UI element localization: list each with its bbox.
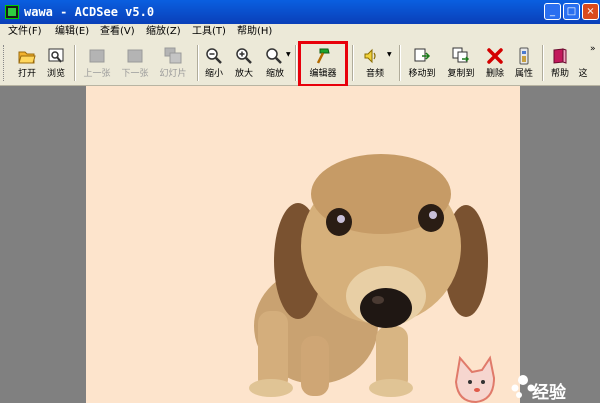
truncated-toolbar-button[interactable]: 这: [576, 43, 590, 83]
browse-button-label: 浏览: [46, 69, 65, 79]
toolbar-separator: [74, 45, 76, 81]
menu-zoom[interactable]: 缩放(Z): [146, 25, 181, 39]
zoom-in-label: 放大: [234, 69, 253, 79]
delete-label: 删除: [485, 69, 504, 79]
slideshow-button[interactable]: 幻灯片: [154, 43, 192, 83]
toolbar-grip[interactable]: [3, 45, 7, 81]
next-image-icon: [127, 49, 143, 63]
open-folder-icon: [18, 51, 36, 64]
window-title: wawa - ACDSee v5.0: [24, 5, 155, 19]
zoom-button[interactable]: ▼ 缩放: [260, 43, 291, 83]
audio-speaker-icon: [364, 48, 376, 64]
menu-view[interactable]: 查看(V): [100, 25, 135, 39]
browse-button[interactable]: 浏览: [42, 43, 70, 83]
delete-x-icon: [487, 48, 503, 64]
copy-to-icon: [452, 47, 470, 63]
zoom-out-icon: [206, 48, 222, 64]
browse-icon: [48, 48, 64, 63]
toolbar-separator: [399, 45, 401, 81]
zoom-in-button[interactable]: 放大: [230, 43, 258, 83]
copy-to-button[interactable]: 复制到: [442, 43, 480, 83]
zoom-out-label: 缩小: [204, 69, 223, 79]
audio-label: 音频: [365, 69, 384, 79]
open-button-label: 打开: [17, 69, 36, 79]
menu-bar: 文件(F) 编辑(E) 查看(V) 缩放(Z) 工具(T) 帮助(H): [0, 24, 600, 41]
slideshow-icon: [164, 47, 182, 64]
next-image-button[interactable]: 下一张: [116, 43, 154, 83]
toolbar-separator: [295, 45, 297, 81]
editor-highlight-box: [298, 41, 348, 87]
help-book-icon: [553, 48, 567, 64]
zoom-in-icon: [236, 48, 252, 64]
next-image-label: 下一张: [121, 69, 149, 79]
help-button[interactable]: 帮助: [546, 43, 574, 83]
slideshow-label: 幻灯片: [159, 69, 187, 79]
properties-button[interactable]: 属性: [510, 43, 538, 83]
properties-icon: [519, 47, 529, 65]
maximize-button[interactable]: □: [563, 3, 580, 20]
copy-to-label: 复制到: [447, 69, 475, 79]
move-to-icon: [414, 48, 431, 62]
zoom-icon: [266, 48, 282, 64]
open-button[interactable]: 打开: [12, 43, 42, 83]
truncated-button-label: 这: [578, 69, 588, 79]
zoom-label: 缩放: [265, 69, 284, 79]
menu-help[interactable]: 帮助(H): [237, 25, 272, 39]
acdsee-app-icon[interactable]: [5, 5, 19, 19]
zoom-out-button[interactable]: 缩小: [200, 43, 228, 83]
properties-label: 属性: [514, 69, 533, 79]
previous-image-label: 上一张: [83, 69, 111, 79]
close-button[interactable]: ×: [582, 3, 599, 20]
previous-image-button[interactable]: 上一张: [78, 43, 116, 83]
menu-tools[interactable]: 工具(T): [192, 25, 226, 39]
audio-dropdown-icon[interactable]: ▼: [387, 51, 392, 58]
menu-file[interactable]: 文件(F): [8, 25, 42, 39]
zoom-dropdown-icon[interactable]: ▼: [286, 51, 291, 58]
move-to-label: 移动到: [408, 69, 436, 79]
toolbar-separator: [352, 45, 354, 81]
watermark-logo: [455, 355, 535, 403]
toolbar-overflow-chevron-icon[interactable]: »: [590, 44, 596, 54]
help-label: 帮助: [550, 69, 569, 79]
menu-edit[interactable]: 编辑(E): [55, 25, 89, 39]
title-bar[interactable]: wawa - ACDSee v5.0 _ □ ×: [0, 0, 600, 24]
toolbar-separator: [542, 45, 544, 81]
move-to-button[interactable]: 移动到: [403, 43, 441, 83]
delete-button[interactable]: 删除: [481, 43, 509, 83]
minimize-button[interactable]: _: [544, 3, 561, 20]
audio-button[interactable]: ▼ 音频: [356, 43, 394, 83]
watermark-text: 经验: [532, 383, 566, 403]
toolbar-separator: [197, 45, 199, 81]
previous-image-icon: [89, 49, 105, 63]
